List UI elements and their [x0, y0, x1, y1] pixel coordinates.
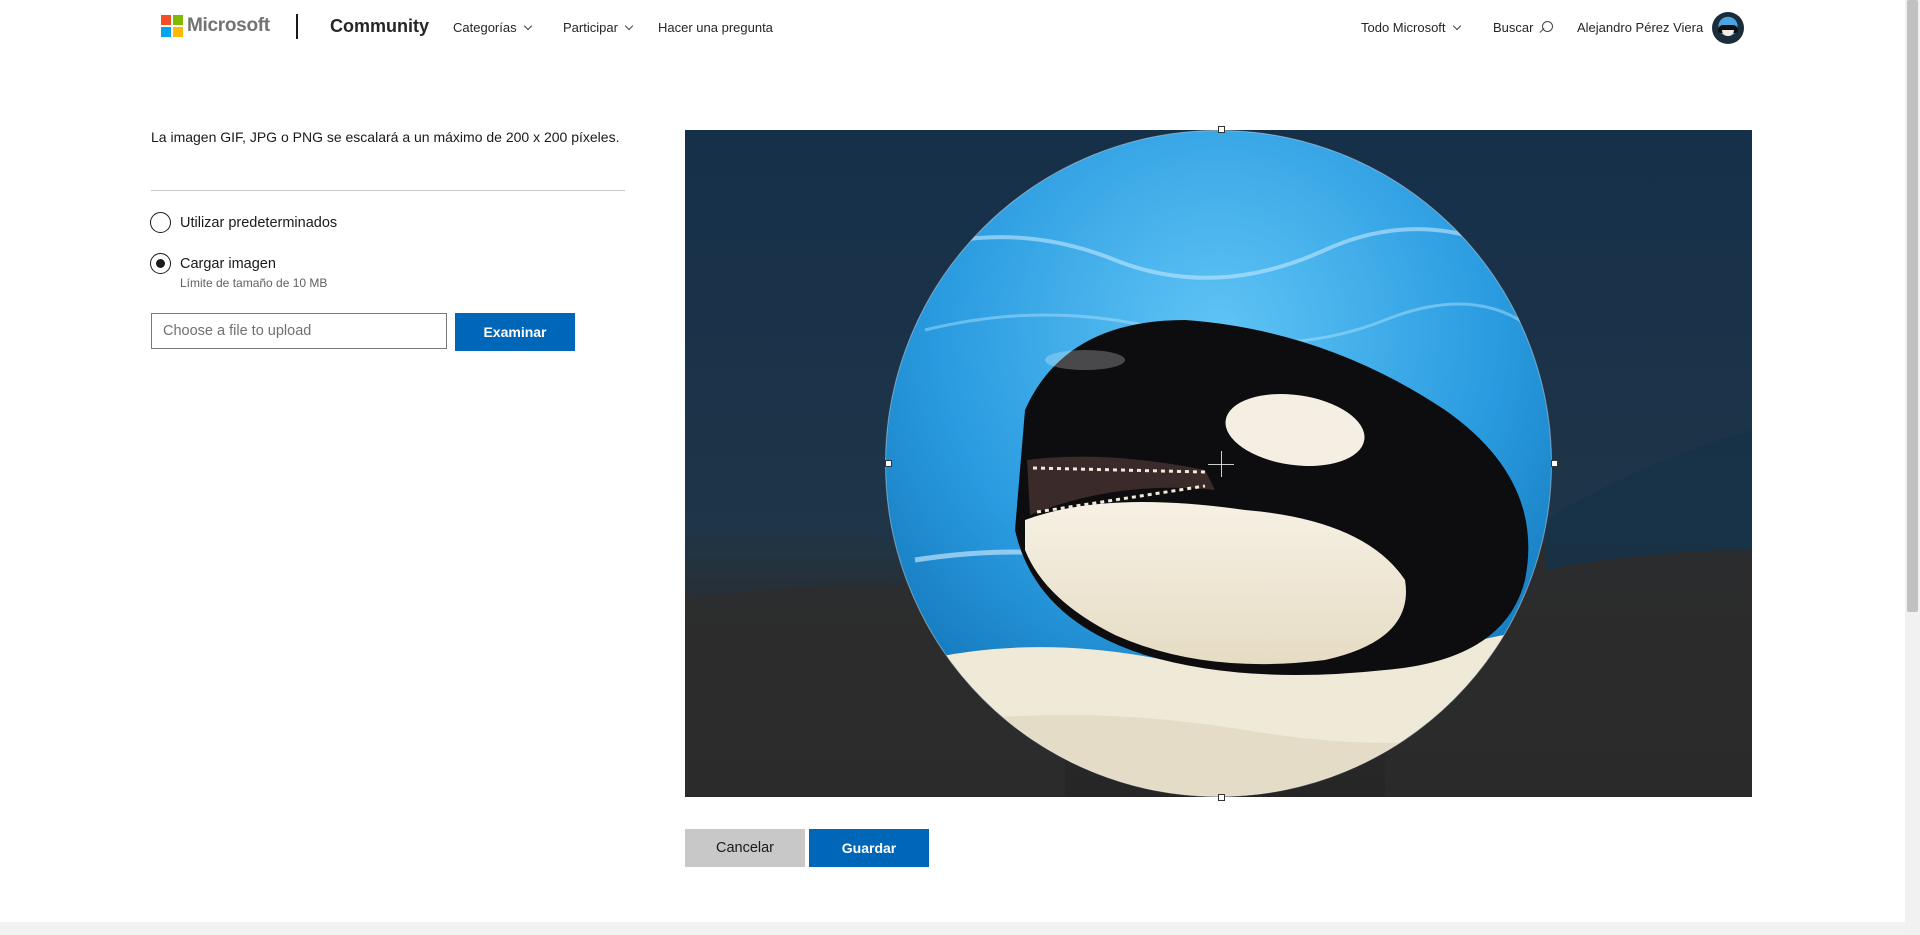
- divider: [151, 190, 625, 191]
- crop-center-crosshair-icon: [1221, 451, 1222, 477]
- nav-participar[interactable]: Participar: [563, 20, 634, 35]
- logo-square-yellow: [173, 27, 183, 37]
- radio-upload-image[interactable]: Cargar imagen: [150, 253, 276, 274]
- crop-handle-top[interactable]: [1218, 126, 1225, 133]
- cancel-button[interactable]: Cancelar: [685, 829, 805, 867]
- logo-square-blue: [161, 27, 171, 37]
- logo-square-red: [161, 15, 171, 25]
- save-button[interactable]: Guardar: [809, 829, 929, 867]
- microsoft-wordmark: Microsoft: [187, 15, 270, 36]
- crop-handle-bottom[interactable]: [1218, 794, 1225, 801]
- search-icon: [1539, 20, 1554, 35]
- all-microsoft-menu[interactable]: Todo Microsoft: [1361, 20, 1461, 35]
- microsoft-logo[interactable]: Microsoft: [161, 15, 270, 37]
- size-limit-note: Límite de tamaño de 10 MB: [180, 276, 328, 290]
- user-name-label: Alejandro Pérez Viera: [1577, 20, 1704, 35]
- radio-label-default: Utilizar predeterminados: [180, 214, 338, 231]
- community-link[interactable]: Community: [330, 16, 429, 37]
- nav-hacer-pregunta[interactable]: Hacer una pregunta: [658, 20, 773, 35]
- upload-info-text: La imagen GIF, JPG o PNG se escalará a u…: [151, 129, 620, 145]
- nav-label: Categorías: [453, 20, 517, 35]
- nav-label: Hacer una pregunta: [658, 20, 773, 35]
- radio-use-default[interactable]: Utilizar predeterminados: [150, 212, 337, 233]
- avatar[interactable]: [1712, 12, 1744, 44]
- scrollbar-thumb[interactable]: [1907, 0, 1918, 612]
- search-label: Buscar: [1493, 20, 1534, 35]
- nav-categorias[interactable]: Categorías: [453, 20, 532, 35]
- search-button[interactable]: Buscar: [1493, 20, 1554, 35]
- radio-button-upload[interactable]: [150, 253, 171, 274]
- user-name[interactable]: Alejandro Pérez Viera: [1577, 20, 1703, 35]
- file-upload-input[interactable]: [151, 313, 447, 349]
- nav-label: Participar: [563, 20, 618, 35]
- site-header: Microsoft Community Categorías Participa…: [0, 0, 1905, 54]
- chevron-down-icon: [624, 21, 634, 31]
- all-microsoft-label: Todo Microsoft: [1361, 20, 1446, 35]
- radio-label-upload: Cargar imagen: [180, 255, 276, 272]
- browse-button[interactable]: Examinar: [455, 313, 575, 351]
- chevron-down-icon: [1452, 21, 1461, 31]
- logo-square-green: [173, 15, 183, 25]
- crop-handle-left[interactable]: [885, 460, 892, 467]
- chevron-down-icon: [523, 21, 532, 31]
- microsoft-logo-icon: [161, 15, 183, 37]
- footer-band: [0, 922, 1905, 935]
- header-divider: [296, 14, 298, 39]
- radio-button-default[interactable]: [150, 212, 171, 233]
- crop-handle-right[interactable]: [1551, 460, 1558, 467]
